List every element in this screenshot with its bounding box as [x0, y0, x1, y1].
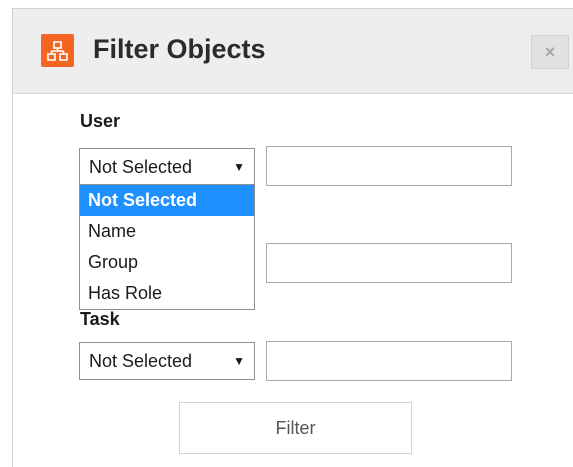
close-button[interactable]: ×: [531, 35, 569, 69]
caret-down-icon: ▼: [233, 354, 245, 368]
second-value-input[interactable]: [266, 243, 512, 283]
hierarchy-icon: [41, 34, 74, 67]
user-value-input[interactable]: [266, 146, 512, 186]
filter-button[interactable]: Filter: [179, 402, 412, 454]
user-select-value: Not Selected: [89, 157, 193, 177]
user-select[interactable]: Not Selected ▼: [79, 148, 255, 186]
dropdown-option-not-selected[interactable]: Not Selected: [80, 185, 254, 216]
task-label: Task: [80, 309, 120, 329]
dialog-title: Filter Objects: [93, 34, 266, 64]
dropdown-option-group[interactable]: Group: [80, 247, 254, 278]
dropdown-option-name[interactable]: Name: [80, 216, 254, 247]
task-select-value: Not Selected: [89, 351, 193, 371]
user-select-dropdown: Not Selected Name Group Has Role: [79, 184, 255, 310]
close-icon: ×: [544, 42, 556, 62]
dialog-titlebar: Filter Objects ×: [13, 9, 573, 94]
filter-objects-dialog: Filter Objects × User Not Selected ▼ Tas…: [12, 8, 573, 467]
dropdown-option-has-role[interactable]: Has Role: [80, 278, 254, 309]
caret-down-icon: ▼: [233, 160, 245, 174]
task-select[interactable]: Not Selected ▼: [79, 342, 255, 380]
task-value-input[interactable]: [266, 341, 512, 381]
user-label: User: [80, 111, 121, 131]
